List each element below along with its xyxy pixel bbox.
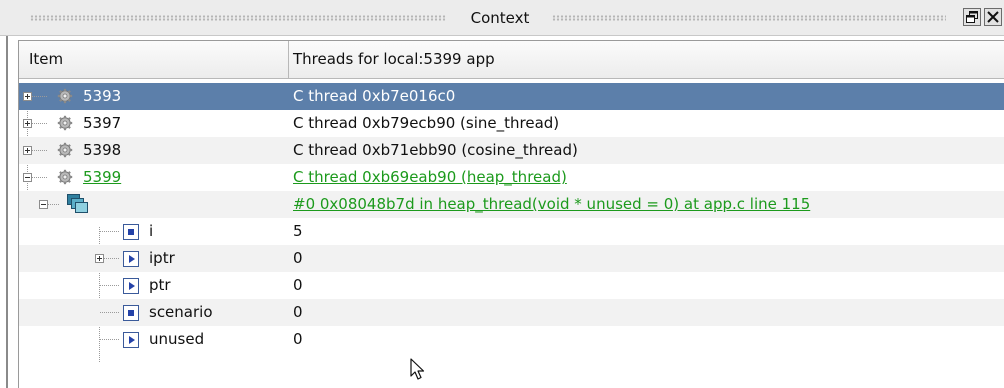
variable-value: 0 xyxy=(293,330,303,348)
thread-row[interactable]: 5398 C thread 0xb71ebb90 (cosine_thread) xyxy=(19,137,1004,164)
pointer-variable-icon xyxy=(123,278,139,294)
scalar-variable-icon xyxy=(123,305,139,321)
context-panel: Context Item Threads for local:5399 app xyxy=(0,0,1004,388)
stack-frame-row[interactable]: #0 0x08048b7d in heap_thread(void * unus… xyxy=(19,191,1004,218)
thread-id: 5393 xyxy=(83,87,122,105)
panel-titlebar[interactable]: Context xyxy=(0,0,1004,36)
thread-description: C thread 0xb71ebb90 (cosine_thread) xyxy=(293,141,578,159)
thread-id: 5398 xyxy=(83,141,122,159)
variable-value: 0 xyxy=(293,303,303,321)
variable-row[interactable]: iptr 0 xyxy=(19,245,1004,272)
gear-icon xyxy=(57,142,73,158)
drag-grip-left[interactable] xyxy=(30,15,446,21)
pointer-variable-icon xyxy=(123,332,139,348)
collapse-toggle[interactable] xyxy=(23,173,32,182)
gear-icon xyxy=(57,115,73,131)
mouse-cursor-icon xyxy=(410,358,425,380)
column-header-item[interactable]: Item xyxy=(19,41,289,78)
thread-id[interactable]: 5399 xyxy=(83,164,121,191)
variable-value: 0 xyxy=(293,276,303,294)
variable-row[interactable]: unused 0 xyxy=(19,326,1004,353)
threads-tree[interactable]: Item Threads for local:5399 app 5393 C t… xyxy=(18,40,1004,388)
expand-toggle[interactable] xyxy=(95,254,104,263)
expand-toggle[interactable] xyxy=(23,92,32,101)
variable-value: 0 xyxy=(293,249,303,267)
gear-icon xyxy=(57,88,73,104)
expand-toggle[interactable] xyxy=(23,119,32,128)
variable-name: iptr xyxy=(149,249,175,267)
gear-icon xyxy=(57,169,73,185)
variable-name: unused xyxy=(149,330,205,348)
scalar-variable-icon xyxy=(123,224,139,240)
float-window-icon xyxy=(966,11,978,23)
float-window-button[interactable] xyxy=(963,8,981,26)
close-button[interactable] xyxy=(984,8,1002,26)
variable-name: ptr xyxy=(149,276,171,294)
variable-name: scenario xyxy=(149,303,213,321)
collapse-toggle[interactable] xyxy=(39,200,48,209)
thread-description[interactable]: C thread 0xb69eab90 (heap_thread) xyxy=(293,164,567,191)
window-edge xyxy=(6,36,8,388)
thread-row[interactable]: 5397 C thread 0xb79ecb90 (sine_thread) xyxy=(19,110,1004,137)
drag-grip-right[interactable] xyxy=(552,15,946,21)
pointer-variable-icon xyxy=(123,251,139,267)
thread-description: C thread 0xb7e016c0 xyxy=(293,87,456,105)
thread-description: C thread 0xb79ecb90 (sine_thread) xyxy=(293,114,560,132)
panel-title: Context xyxy=(470,9,530,27)
thread-row-current[interactable]: 5399 C thread 0xb69eab90 (heap_thread) xyxy=(19,164,1004,191)
expand-toggle[interactable] xyxy=(23,146,32,155)
thread-row[interactable]: 5393 C thread 0xb7e016c0 xyxy=(19,83,1004,110)
variable-name: i xyxy=(149,222,154,240)
stack-frames-icon xyxy=(67,194,88,213)
stack-frame-description[interactable]: #0 0x08048b7d in heap_thread(void * unus… xyxy=(293,191,810,218)
variable-row[interactable]: scenario 0 xyxy=(19,299,1004,326)
column-header-threads[interactable]: Threads for local:5399 app xyxy=(289,41,1004,78)
variable-row[interactable]: ptr 0 xyxy=(19,272,1004,299)
variable-value: 5 xyxy=(293,222,303,240)
thread-id: 5397 xyxy=(83,114,122,132)
variable-row[interactable]: i 5 xyxy=(19,218,1004,245)
close-icon xyxy=(987,11,999,23)
tree-header: Item Threads for local:5399 app xyxy=(19,41,1004,79)
